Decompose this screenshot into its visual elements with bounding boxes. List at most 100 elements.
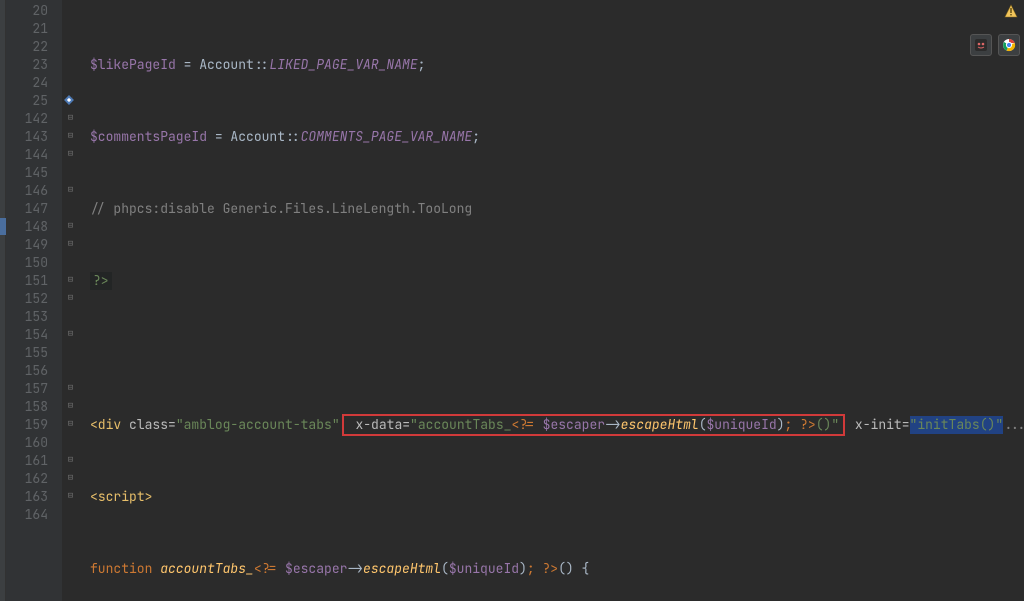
fold-toggle-icon[interactable]: ⊟: [66, 149, 75, 158]
line-number[interactable]: 155: [14, 344, 48, 362]
token-string: "amblog-account-tabs": [176, 416, 340, 434]
line-number[interactable]: 160: [14, 434, 48, 452]
line-number[interactable]: 146: [14, 182, 48, 200]
override-gutter-icon[interactable]: [62, 93, 76, 107]
token-php-close: ?>: [90, 272, 112, 290]
token-tag: >: [145, 488, 153, 506]
token-string-selected: "initTabs()": [910, 416, 1004, 434]
line-number[interactable]: 157: [14, 380, 48, 398]
line-number[interactable]: 144: [14, 146, 48, 164]
line-number[interactable]: 143: [14, 128, 48, 146]
highlighted-xdata-region: x-data="accountTabs_<?= $escaper->escape…: [342, 414, 845, 436]
line-number[interactable]: 25: [14, 92, 48, 110]
token-tag: <: [90, 488, 98, 506]
token-php-open: <?=: [254, 560, 285, 578]
line-number[interactable]: 151: [14, 272, 48, 290]
line-number[interactable]: 24: [14, 74, 48, 92]
plugin-icon: [974, 38, 988, 52]
token-variable: $likePageId: [90, 56, 176, 74]
line-number[interactable]: 152: [14, 290, 48, 308]
code-line[interactable]: ?>: [90, 272, 1024, 290]
code-line[interactable]: function accountTabs_<?= $escaper->escap…: [90, 560, 1024, 578]
line-number[interactable]: 153: [14, 308, 48, 326]
line-number[interactable]: 145: [14, 164, 48, 182]
token-semi: ;: [418, 56, 426, 74]
fold-toggle-icon[interactable]: ⊟: [66, 419, 75, 428]
token-fn-name: accountTabs_: [160, 560, 254, 578]
token-attr: x-data=: [348, 416, 410, 433]
token-paren: (: [699, 416, 707, 433]
line-number[interactable]: 162: [14, 470, 48, 488]
fold-close-icon[interactable]: ⊟: [66, 491, 75, 500]
line-number[interactable]: 156: [14, 362, 48, 380]
line-number[interactable]: 148: [14, 218, 48, 236]
warning-icon[interactable]: [1004, 4, 1018, 18]
code-area[interactable]: $likePageId = Account::LIKED_PAGE_VAR_NA…: [84, 0, 1024, 601]
token-op: =: [176, 56, 199, 74]
line-number[interactable]: 22: [14, 38, 48, 56]
fold-close-icon[interactable]: ⊟: [66, 473, 75, 482]
token-variable: $escaper: [543, 416, 605, 433]
fold-close-icon[interactable]: ⊟: [66, 383, 75, 392]
code-line[interactable]: <div class="amblog-account-tabs" x-data=…: [90, 416, 1024, 434]
fold-column[interactable]: ⊟ ⊟ ⊟ ⊟ ⊟ ⊟ ⊟ ⊟ ⊟ ⊟ ⊟ ⊟ ⊟ ⊟ ⊟ ⊟: [62, 0, 84, 601]
code-line[interactable]: // phpcs:disable Generic.Files.LineLengt…: [90, 200, 1024, 218]
token-comment: // phpcs:disable Generic.Files.LineLengt…: [90, 200, 472, 218]
line-number[interactable]: 163: [14, 488, 48, 506]
token-variable: $uniqueId: [449, 560, 519, 578]
token-variable: $escaper: [285, 560, 347, 578]
fold-toggle-icon[interactable]: ⊟: [66, 293, 75, 302]
token-attr: class=: [129, 416, 176, 434]
line-number[interactable]: 150: [14, 254, 48, 272]
token-attr: x-init=: [847, 416, 909, 434]
code-line[interactable]: $commentsPageId = Account::COMMENTS_PAGE…: [90, 128, 1024, 146]
line-number[interactable]: 20: [14, 2, 48, 20]
line-number[interactable]: 154: [14, 326, 48, 344]
floating-toolbar: [970, 34, 1020, 56]
code-line[interactable]: <script>: [90, 488, 1024, 506]
token-keyword: function: [90, 560, 160, 578]
code-line[interactable]: [90, 344, 1024, 362]
line-number-gutter[interactable]: 20 21 22 23 24 25 142 143 144 145 146 14…: [6, 0, 62, 601]
line-number[interactable]: 161: [14, 452, 48, 470]
token-paren: ): [519, 560, 527, 578]
token-tag: script: [98, 488, 145, 506]
ide-plugin-button[interactable]: [970, 34, 992, 56]
token-paren: (: [441, 560, 449, 578]
token-arrow: ->: [605, 416, 621, 433]
token-method: escapeHtml: [621, 416, 699, 433]
token-method: escapeHtml: [363, 560, 441, 578]
fold-toggle-icon[interactable]: ⊟: [66, 329, 75, 338]
fold-close-icon[interactable]: ⊟: [66, 455, 75, 464]
token-paren: ): [777, 416, 785, 433]
fold-toggle-icon[interactable]: ⊟: [66, 239, 75, 248]
token-arrow: ->: [347, 560, 363, 578]
chrome-icon: [1002, 38, 1016, 52]
line-number[interactable]: 158: [14, 398, 48, 416]
browser-preview-button[interactable]: [998, 34, 1020, 56]
code-editor[interactable]: 20 21 22 23 24 25 142 143 144 145 146 14…: [0, 0, 1024, 601]
line-number[interactable]: 142: [14, 110, 48, 128]
line-number[interactable]: 23: [14, 56, 48, 74]
token-variable: $commentsPageId: [90, 128, 207, 146]
line-number[interactable]: 149: [14, 236, 48, 254]
token-semi: ;: [472, 128, 480, 146]
line-number[interactable]: 147: [14, 200, 48, 218]
token-constant: LIKED_PAGE_VAR_NAME: [269, 56, 417, 74]
token-class: Account::: [230, 128, 300, 146]
token-php-open: <?=: [511, 416, 542, 433]
line-number[interactable]: 164: [14, 506, 48, 524]
fold-toggle-icon[interactable]: ⊟: [66, 185, 75, 194]
token-constant: COMMENTS_PAGE_VAR_NAME: [301, 128, 473, 146]
line-number[interactable]: 21: [14, 20, 48, 38]
fold-close-icon[interactable]: ⊟: [66, 275, 75, 284]
fold-toggle-icon[interactable]: ⊟: [66, 113, 75, 122]
code-line[interactable]: $likePageId = Account::LIKED_PAGE_VAR_NA…: [90, 56, 1024, 74]
folded-indicator[interactable]: ...>: [1003, 416, 1024, 434]
line-number[interactable]: 159: [14, 416, 48, 434]
token-string: ()": [816, 416, 839, 433]
fold-close-icon[interactable]: ⊟: [66, 221, 75, 230]
fold-toggle-icon[interactable]: ⊟: [66, 131, 75, 140]
fold-close-icon[interactable]: ⊟: [66, 401, 75, 410]
token-op: =: [207, 128, 230, 146]
